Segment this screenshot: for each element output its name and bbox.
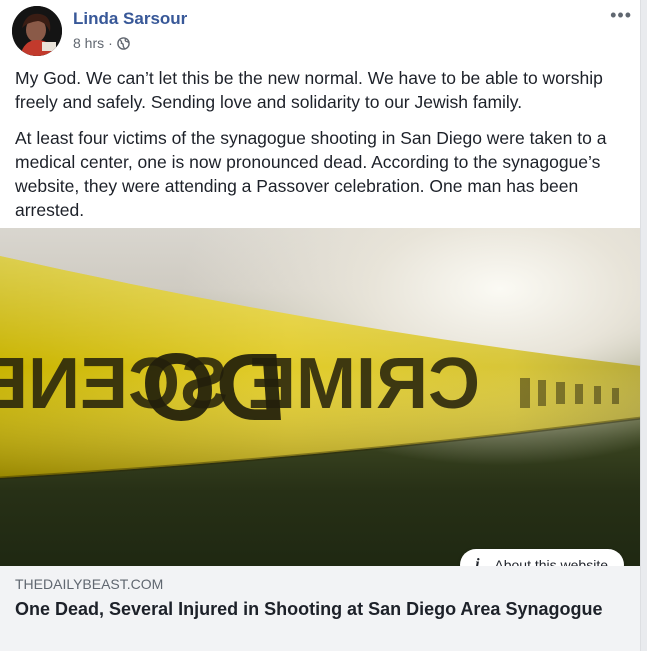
- post-paragraph-2: At least four victims of the synagogue s…: [15, 128, 607, 220]
- globe-icon[interactable]: [116, 36, 130, 50]
- link-title[interactable]: One Dead, Several Injured in Shooting at…: [15, 597, 615, 621]
- ellipsis-icon[interactable]: •••: [610, 6, 632, 24]
- crime-scene-tape-image: DO CRIME SCENE: [0, 256, 640, 480]
- post-meta: 8 hrs ·: [73, 35, 130, 51]
- link-caption[interactable]: THEDAILYBEAST.COM One Dead, Several Inju…: [0, 566, 640, 651]
- meta-separator: ·: [108, 35, 113, 51]
- link-preview-image[interactable]: DO CRIME SCENE: [0, 228, 640, 566]
- link-domain: THEDAILYBEAST.COM: [15, 576, 164, 592]
- post-card: Linda Sarsour 8 hrs · ••• My God. We can…: [0, 0, 641, 651]
- post-timestamp[interactable]: 8 hrs: [73, 35, 104, 51]
- post-header: Linda Sarsour 8 hrs · •••: [12, 6, 632, 56]
- avatar[interactable]: [12, 6, 62, 56]
- author-name[interactable]: Linda Sarsour: [73, 9, 187, 29]
- tape-text-crime-scene: CRIME SCENE: [0, 344, 480, 424]
- avatar-image: [12, 6, 62, 56]
- post-paragraph-1: My God. We can’t let this be the new nor…: [15, 68, 603, 112]
- post-body: My God. We can’t let this be the new nor…: [15, 66, 627, 234]
